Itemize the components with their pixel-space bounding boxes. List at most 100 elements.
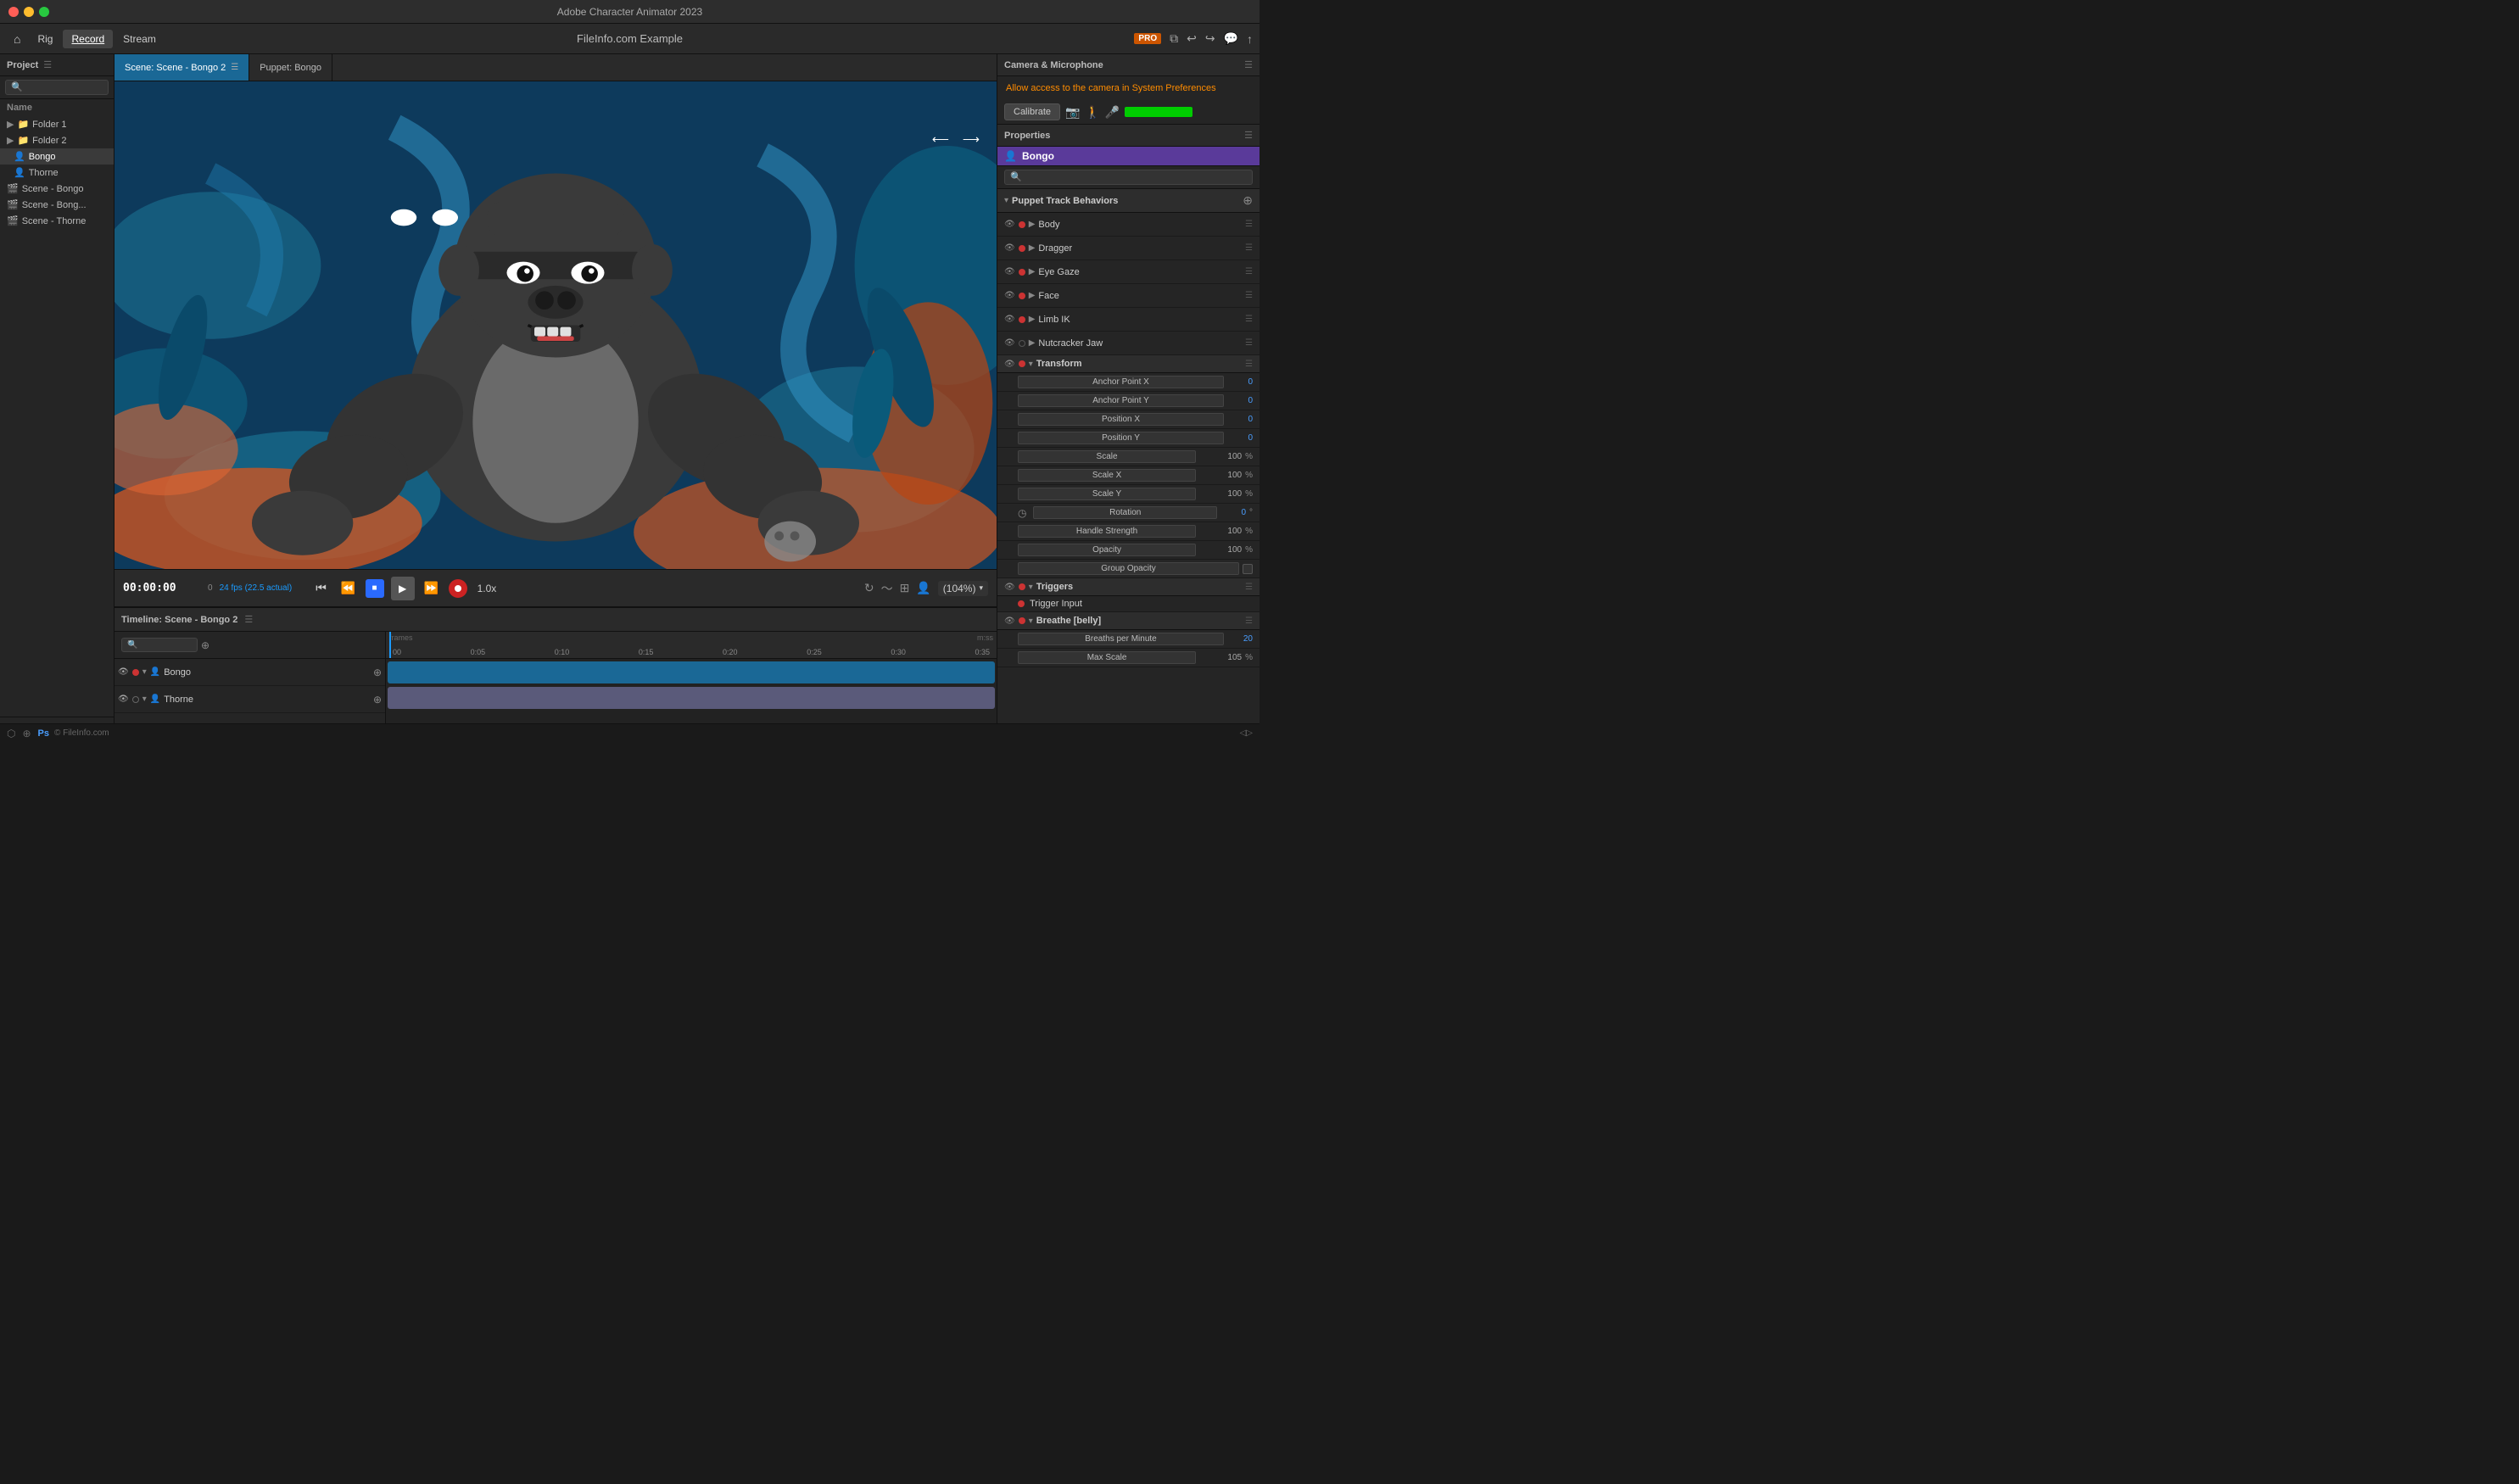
layers-footer-icon[interactable]: ⬡ (7, 728, 15, 739)
puppet-tab[interactable]: Puppet: Bongo (249, 54, 332, 81)
track-eye-thorne[interactable]: 👁 (118, 695, 129, 704)
eye-breathe[interactable]: 👁 (1004, 616, 1015, 626)
step-back-button[interactable]: ⏪ (338, 578, 359, 599)
timeline-search[interactable] (121, 638, 198, 652)
sidebar-item-scene-bongo2[interactable]: 🎬 Scene - Bong... (0, 197, 114, 213)
expand-dragger[interactable]: ▶ (1029, 243, 1036, 253)
track-solo-thorne[interactable] (132, 696, 139, 703)
track-add-thorne[interactable]: ⊕ (373, 694, 382, 706)
project-menu-icon[interactable]: ☰ (43, 59, 52, 70)
expand-eyegaze[interactable]: ▶ (1029, 267, 1036, 276)
maximize-button[interactable] (39, 7, 49, 17)
eye-dragger[interactable]: 👁 (1004, 243, 1015, 253)
expand-breathe[interactable]: ▾ (1029, 616, 1033, 626)
scale-y-btn[interactable]: Scale Y (1018, 488, 1196, 500)
max-scale-btn[interactable]: Max Scale (1018, 651, 1196, 664)
transform-header[interactable]: 👁 ▾ Transform ☰ (997, 355, 1260, 373)
redo-icon[interactable]: ↪ (1205, 31, 1215, 46)
rotation-btn[interactable]: Rotation (1033, 506, 1217, 519)
position-x-btn[interactable]: Position X (1018, 413, 1224, 426)
behavior-section-header[interactable]: ▾ Puppet Track Behaviors ⊕ (997, 189, 1260, 213)
track-expand-thorne[interactable]: ▾ (142, 695, 147, 704)
undo-icon[interactable]: ↩ (1187, 31, 1197, 46)
wave-icon[interactable]: 〜 (881, 580, 893, 597)
expand-limbik[interactable]: ▶ (1029, 315, 1036, 324)
group-opacity-checkbox[interactable] (1243, 564, 1253, 574)
menu-eyegaze[interactable]: ☰ (1245, 267, 1253, 276)
sidebar-item-thorne[interactable]: 👤 Thorne (0, 165, 114, 181)
person-icon[interactable]: 👤 (916, 581, 930, 595)
chat-icon[interactable]: 💬 (1224, 31, 1238, 46)
position-y-btn[interactable]: Position Y (1018, 432, 1224, 444)
expand-body[interactable]: ▶ (1029, 220, 1036, 229)
menu-dragger[interactable]: ☰ (1245, 243, 1253, 253)
expand-face[interactable]: ▶ (1029, 291, 1036, 300)
menu-body[interactable]: ☰ (1245, 220, 1253, 229)
opacity-btn[interactable]: Opacity (1018, 544, 1196, 556)
refresh-icon[interactable]: ↻ (864, 581, 874, 595)
menu-face[interactable]: ☰ (1245, 291, 1253, 300)
expand-transform[interactable]: ▾ (1029, 360, 1033, 369)
scale-x-btn[interactable]: Scale X (1018, 469, 1196, 482)
eye-nutcracker[interactable]: 👁 (1004, 338, 1015, 348)
rig-menu[interactable]: Rig (29, 30, 61, 48)
stream-menu[interactable]: Stream (114, 30, 165, 48)
record-menu[interactable]: Record (63, 30, 113, 48)
grid-icon[interactable]: ⊞ (900, 581, 910, 595)
close-button[interactable] (8, 7, 19, 17)
menu-limbik[interactable]: ☰ (1245, 315, 1253, 324)
sidebar-item-scene-thorne[interactable]: 🎬 Scene - Thorne (0, 213, 114, 229)
export-icon[interactable]: ↑ (1247, 32, 1253, 46)
sidebar-item-folder2[interactable]: ▶ 📁 Folder 2 (0, 132, 114, 148)
sidebar-item-bongo[interactable]: 👤 Bongo (0, 148, 114, 165)
clip-thorne[interactable] (388, 687, 995, 709)
expand-nutcracker[interactable]: ▶ (1029, 338, 1036, 348)
duplicate-icon[interactable]: ⧉ (1170, 31, 1178, 46)
track-expand-bongo[interactable]: ▾ (142, 667, 147, 677)
properties-menu-icon[interactable]: ☰ (1244, 130, 1253, 141)
prop-search-input[interactable] (1004, 170, 1253, 185)
ps-footer-icon[interactable]: Ps (38, 728, 49, 739)
timeline-ruler[interactable]: frames m:ss 00 0:05 0:10 0:15 0:20 0:25 … (386, 632, 997, 659)
anchor-x-btn[interactable]: Anchor Point X (1018, 376, 1224, 388)
calibrate-button[interactable]: Calibrate (1004, 103, 1060, 120)
project-search[interactable] (5, 80, 109, 95)
play-button[interactable]: ▶ (391, 577, 415, 600)
stop-button[interactable]: ■ (366, 579, 384, 598)
skip-start-button[interactable]: ⏮ (311, 578, 332, 599)
anchor-y-btn[interactable]: Anchor Point Y (1018, 394, 1224, 407)
breathe-header[interactable]: 👁 ▾ Breathe [belly] ☰ (997, 612, 1260, 630)
timeline-menu-icon[interactable]: ☰ (244, 614, 253, 625)
zoom-control[interactable]: (104%) ▾ (938, 581, 988, 596)
minimize-button[interactable] (24, 7, 34, 17)
eye-transform[interactable]: 👁 (1004, 360, 1015, 369)
scene-tab-active[interactable]: Scene: Scene - Bongo 2 ☰ (114, 54, 249, 81)
track-add-bongo[interactable]: ⊕ (373, 667, 382, 678)
menu-transform[interactable]: ☰ (1245, 360, 1253, 369)
track-record-bongo[interactable] (132, 669, 139, 676)
timeline-playhead[interactable] (389, 632, 391, 658)
eye-triggers[interactable]: 👁 (1004, 583, 1015, 592)
track-eye-bongo[interactable]: 👁 (118, 667, 129, 677)
menu-breathe[interactable]: ☰ (1245, 616, 1253, 626)
add-track-icon[interactable]: ⊕ (201, 639, 209, 651)
add-footer-icon[interactable]: ⊕ (22, 728, 31, 739)
expand-triggers[interactable]: ▾ (1029, 583, 1033, 592)
eye-face[interactable]: 👁 (1004, 291, 1015, 300)
scene-tab-menu-icon[interactable]: ☰ (231, 63, 238, 72)
camera-mic-menu-icon[interactable]: ☰ (1244, 59, 1253, 70)
group-opacity-btn[interactable]: Group Opacity (1018, 562, 1239, 575)
menu-nutcracker[interactable]: ☰ (1245, 338, 1253, 348)
eye-body[interactable]: 👁 (1004, 220, 1015, 229)
handle-strength-btn[interactable]: Handle Strength (1018, 525, 1196, 538)
menu-triggers[interactable]: ☰ (1245, 583, 1253, 592)
record-button[interactable] (449, 579, 467, 598)
scale-btn[interactable]: Scale (1018, 450, 1196, 463)
clip-bongo[interactable] (388, 661, 995, 683)
breaths-per-min-btn[interactable]: Breaths per Minute (1018, 633, 1224, 645)
add-behavior-icon[interactable]: ⊕ (1243, 193, 1253, 208)
triggers-header[interactable]: 👁 ▾ Triggers ☰ (997, 578, 1260, 596)
sidebar-item-scene-bongo[interactable]: 🎬 Scene - Bongo (0, 181, 114, 197)
home-icon[interactable]: ⌂ (7, 29, 27, 49)
step-forward-button[interactable]: ⏩ (422, 578, 442, 599)
